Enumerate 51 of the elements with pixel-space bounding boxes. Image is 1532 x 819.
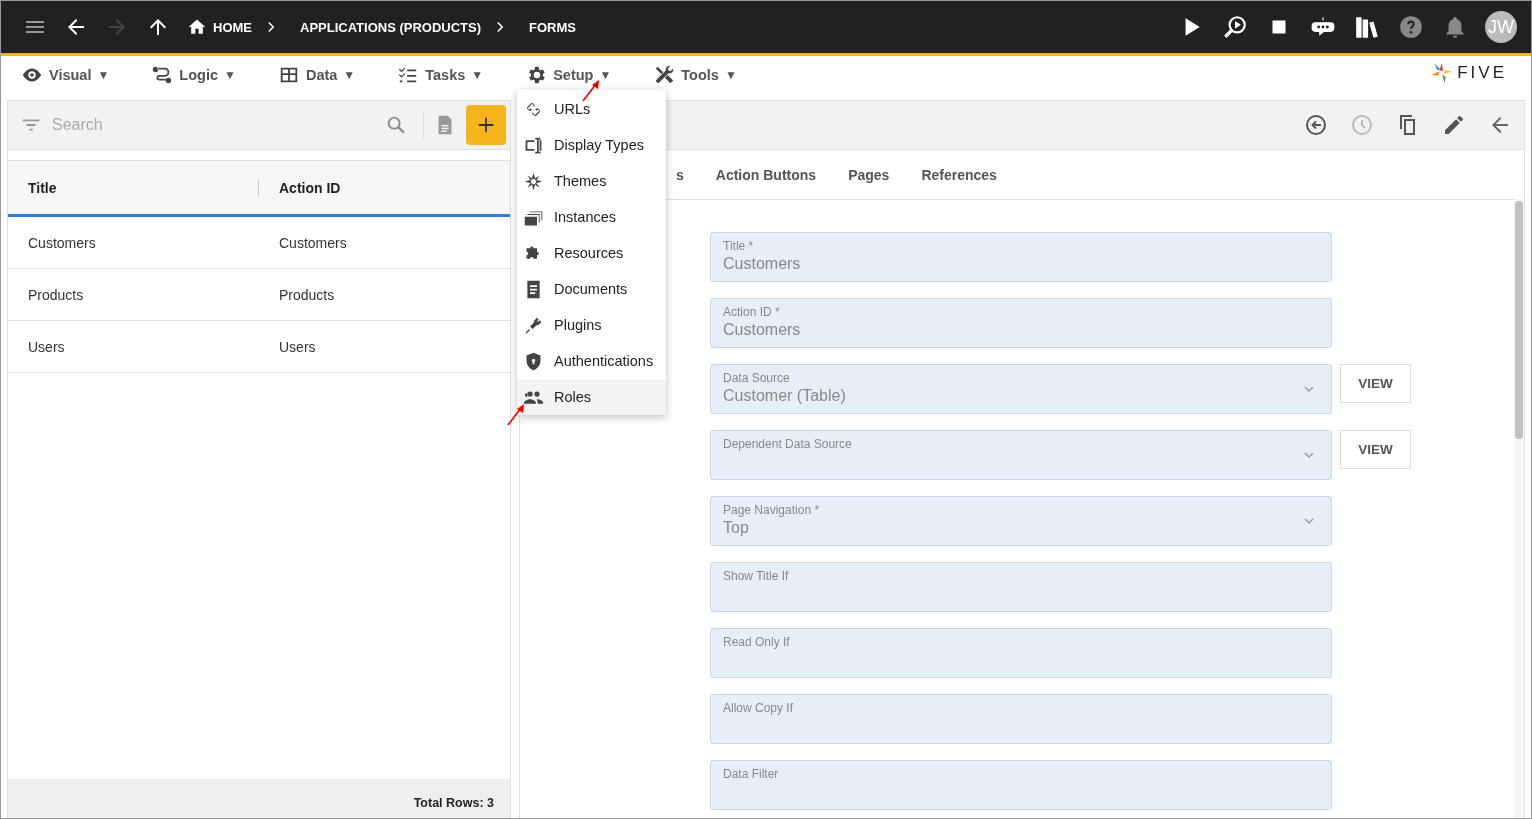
view-button[interactable]: VIEW bbox=[1340, 430, 1411, 469]
home-icon[interactable] bbox=[187, 17, 207, 37]
menu-item[interactable]: Display Types bbox=[517, 127, 666, 163]
menu-item[interactable]: Plugins bbox=[517, 307, 666, 343]
menu-button[interactable]: Logic ▼ bbox=[151, 64, 236, 86]
menu-button[interactable]: Setup ▼ bbox=[525, 64, 612, 86]
menu-item[interactable]: Instances bbox=[517, 199, 666, 235]
menu-item[interactable]: Authentications bbox=[517, 343, 666, 379]
tab[interactable]: Action Buttons bbox=[699, 166, 833, 183]
history-back-icon[interactable] bbox=[1304, 113, 1328, 137]
breadcrumb-link[interactable]: APPLICATIONS (PRODUCTS) bbox=[300, 19, 482, 35]
tab[interactable]: Pages bbox=[832, 166, 906, 183]
tab[interactable]: References bbox=[905, 166, 1013, 183]
menu-item[interactable]: Themes bbox=[517, 163, 666, 199]
table-row[interactable]: Customers Customers bbox=[8, 217, 510, 269]
table-cell-text: Products bbox=[27, 286, 85, 303]
help-icon[interactable] bbox=[1398, 14, 1424, 40]
column-header[interactable]: Action ID bbox=[259, 179, 510, 196]
total-rows-text: Total Rows: 3 bbox=[413, 796, 494, 810]
table-cell-text: Customers bbox=[278, 234, 348, 251]
table-cell-text: Users bbox=[27, 338, 66, 355]
pointer-arrow bbox=[506, 404, 526, 426]
table-row[interactable]: Users Users bbox=[8, 321, 510, 373]
table-cell-text: Customers bbox=[27, 234, 97, 251]
star-logo-icon bbox=[1431, 62, 1454, 84]
flow-icon bbox=[151, 64, 174, 86]
books-icon[interactable] bbox=[1354, 14, 1380, 40]
tools-icon bbox=[653, 64, 676, 86]
menu-item[interactable]: URLs bbox=[517, 91, 666, 127]
scrollbar[interactable] bbox=[1514, 199, 1524, 818]
table-row[interactable]: Products Products bbox=[8, 269, 510, 321]
menu-item[interactable]: Documents bbox=[517, 271, 666, 307]
column-header[interactable]: Title bbox=[8, 179, 259, 196]
edit-pencil-icon[interactable] bbox=[1442, 113, 1466, 137]
menu-button[interactable]: Tasks ▼ bbox=[397, 64, 484, 86]
pinwheel-icon bbox=[523, 170, 544, 192]
breadcrumb-link[interactable]: HOME bbox=[213, 19, 252, 35]
menu-button[interactable]: Visual ▼ bbox=[21, 64, 110, 86]
menu-button[interactable]: Tools ▼ bbox=[653, 64, 737, 86]
view-button[interactable]: VIEW bbox=[1340, 364, 1411, 403]
table-cell-text: Products bbox=[278, 286, 336, 303]
add-button[interactable] bbox=[466, 105, 506, 145]
search-icon[interactable] bbox=[385, 114, 407, 136]
menu-item[interactable]: Resources bbox=[517, 235, 666, 271]
menu-button[interactable]: Data ▼ bbox=[277, 64, 356, 86]
logo-text: FIVE bbox=[1457, 63, 1507, 83]
menu-item[interactable]: Roles bbox=[517, 379, 666, 415]
table-cell-text: Users bbox=[278, 338, 317, 355]
search-play-icon[interactable] bbox=[1222, 14, 1248, 40]
breadcrumb-link[interactable]: FORMS bbox=[529, 19, 576, 35]
search-field[interactable]: Search bbox=[8, 101, 413, 149]
